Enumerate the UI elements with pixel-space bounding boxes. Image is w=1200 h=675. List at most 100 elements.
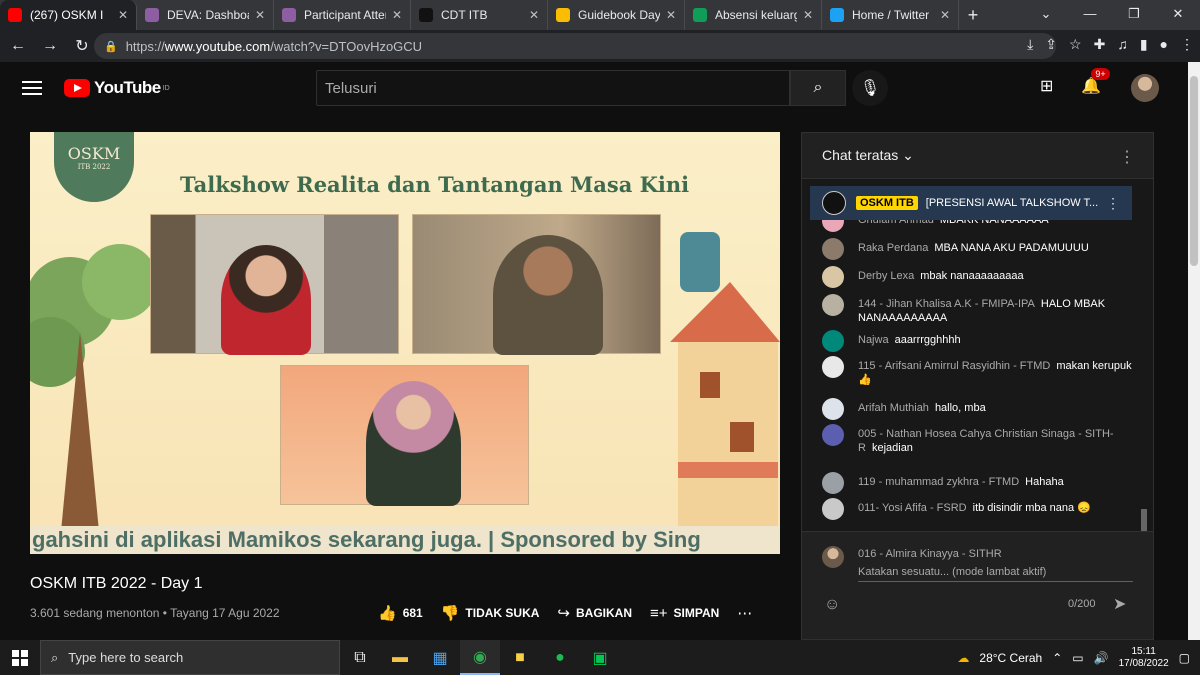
live-chat-panel: Chat teratas ⌄ ⋮ Ghulam Ahmad MBAKK NANAA… bbox=[801, 132, 1154, 640]
taskbar-search[interactable]: ⌕ Type here to search bbox=[40, 640, 340, 675]
tab-close-icon[interactable]: ✕ bbox=[118, 8, 128, 22]
save-button[interactable]: ≡+ SIMPAN bbox=[650, 605, 719, 622]
voice-search-button[interactable]: 🎙 bbox=[852, 70, 888, 106]
sidebar-icon[interactable]: ▮ bbox=[1140, 36, 1148, 53]
restore-icon[interactable]: ❐ bbox=[1112, 0, 1156, 30]
page-scrollbar[interactable] bbox=[1188, 62, 1200, 640]
tab-close-icon[interactable]: ✕ bbox=[666, 8, 676, 22]
like-button[interactable]: 👍 681 bbox=[378, 604, 423, 622]
browser-tab[interactable]: Participant Atten ✕ bbox=[274, 0, 411, 30]
install-icon[interactable]: ⤓ bbox=[1027, 36, 1033, 53]
reload-icon[interactable]: ↻ bbox=[68, 36, 96, 56]
browser-actions: ⤓ ⇪ ☆ ✚ ♫ ▮ ● ⋮ bbox=[1027, 36, 1194, 53]
extensions-icon[interactable]: ✚ bbox=[1094, 36, 1106, 53]
chat-message[interactable]: Raka Perdana MBA NANA AKU PADAMUUUU bbox=[822, 238, 1132, 260]
chat-text: kejadian bbox=[871, 442, 913, 454]
profile-icon[interactable]: ● bbox=[1160, 36, 1168, 53]
chat-scrollbar-thumb[interactable] bbox=[1141, 509, 1147, 531]
browser-tab[interactable]: Guidebook Day 1 ✕ bbox=[548, 0, 685, 30]
tab-close-icon[interactable]: ✕ bbox=[392, 8, 402, 22]
chat-text: hallo, mba bbox=[934, 402, 986, 414]
sticky-notes-icon[interactable]: ■ bbox=[500, 640, 540, 675]
search-button[interactable]: ⌕ bbox=[790, 70, 846, 106]
chat-message[interactable]: 011- Yosi Afifa - FSRD itb disindir mba n… bbox=[822, 498, 1132, 520]
window-controls: ⌄ — ❐ ✕ bbox=[1024, 0, 1200, 30]
browser-tab[interactable]: (267) OSKM I ✕ bbox=[0, 0, 137, 30]
tab-close-icon[interactable]: ✕ bbox=[255, 8, 265, 22]
chat-message[interactable]: Najwa aaarrrgghhhh bbox=[822, 330, 1132, 352]
line-icon[interactable]: ▣ bbox=[580, 640, 620, 675]
address-bar[interactable]: 🔒 https://www.youtube.com/watch?v=DTOovH… bbox=[94, 33, 1056, 59]
tab-close-icon[interactable]: ✕ bbox=[529, 8, 539, 22]
chat-message[interactable]: 005 - Nathan Hosea Cahya Christian Sinag… bbox=[822, 424, 1132, 455]
hamburger-menu-icon[interactable] bbox=[22, 81, 42, 95]
spotify-icon[interactable]: ● bbox=[540, 640, 580, 675]
chevron-up-icon[interactable]: ⌃ bbox=[1052, 651, 1062, 665]
tab-favicon-icon bbox=[8, 8, 22, 22]
chat-message[interactable]: 144 - Jihan Khalisa A.K - FMIPA-IPA HALO … bbox=[822, 294, 1132, 325]
dislike-button[interactable]: 👎 TIDAK SUKA bbox=[441, 604, 540, 622]
tab-close-icon[interactable]: ✕ bbox=[940, 8, 950, 22]
share-button[interactable]: ↪ BAGIKAN bbox=[557, 604, 632, 622]
chevron-down-icon[interactable]: ⌄ bbox=[1024, 0, 1068, 30]
more-horizontal-icon: ⋯ bbox=[737, 605, 753, 622]
volume-icon[interactable]: 🔊 bbox=[1094, 651, 1109, 665]
share-icon[interactable]: ⇪ bbox=[1045, 36, 1057, 53]
browser-tab[interactable]: Absensi keluarga ✕ bbox=[685, 0, 822, 30]
network-icon[interactable]: ▭ bbox=[1072, 651, 1083, 665]
create-video-icon[interactable]: ⊞ bbox=[1040, 76, 1053, 96]
like-count: 681 bbox=[402, 606, 423, 620]
chat-text: Hahaha bbox=[1025, 476, 1064, 488]
youtube-logo[interactable]: YouTube ID bbox=[64, 78, 170, 98]
menu-icon[interactable]: ⋮ bbox=[1180, 36, 1194, 53]
browser-tab[interactable]: DEVA: Dashboard ✕ bbox=[137, 0, 274, 30]
chat-message[interactable]: Derby Lexa mbak nanaaaaaaaaa bbox=[822, 266, 1132, 288]
pinned-more-icon[interactable]: ⋮ bbox=[1106, 195, 1120, 212]
video-player[interactable]: OSKM ITB 2022 Talkshow Realita dan Tantan… bbox=[30, 132, 780, 554]
chrome-icon[interactable]: ◉ bbox=[460, 640, 500, 675]
chat-more-icon[interactable]: ⋮ bbox=[1119, 147, 1135, 167]
browser-tab[interactable]: CDT ITB ✕ bbox=[411, 0, 548, 30]
chat-text: aaarrrgghhhh bbox=[894, 334, 961, 346]
chat-input[interactable]: Katakan sesuatu... (mode lambat aktif) bbox=[858, 566, 1133, 582]
account-avatar[interactable] bbox=[1131, 74, 1159, 102]
tab-close-icon[interactable]: ✕ bbox=[803, 8, 813, 22]
search-icon: ⌕ bbox=[51, 649, 59, 665]
tab-title: DEVA: Dashboard bbox=[167, 8, 249, 22]
forward-icon[interactable]: → bbox=[36, 37, 64, 55]
notification-badge: 9+ bbox=[1091, 68, 1110, 80]
microphone-icon: 🎙 bbox=[859, 80, 881, 97]
chat-message[interactable]: 119 - muhammad zykhra - FTMD Hahaha bbox=[822, 472, 1132, 494]
scrollbar-thumb[interactable] bbox=[1190, 76, 1198, 266]
search-input[interactable]: Telusuri bbox=[316, 70, 790, 106]
chat-mode-dropdown[interactable]: Chat teratas ⌄ bbox=[822, 147, 914, 164]
file-explorer-icon[interactable]: ▬ bbox=[380, 640, 420, 675]
clock[interactable]: 15:11 17/08/2022 bbox=[1119, 646, 1169, 670]
microsoft-store-icon[interactable]: ▦ bbox=[420, 640, 460, 675]
task-view-icon[interactable]: ⧉ bbox=[340, 640, 380, 675]
weather-text[interactable]: 28°C Cerah bbox=[979, 651, 1042, 665]
chat-message[interactable]: 115 - Arifsani Amirrul Rasyidhin - FTMD m… bbox=[822, 356, 1132, 387]
notifications-icon[interactable]: ▢ bbox=[1179, 651, 1190, 665]
bookmark-star-icon[interactable]: ☆ bbox=[1069, 36, 1082, 53]
pinned-message[interactable]: OSKM ITB [PRESENSI AWAL TALKSHOW T... ⋮ bbox=[810, 186, 1132, 220]
minimize-icon[interactable]: — bbox=[1068, 0, 1112, 30]
send-icon[interactable]: ➤ bbox=[1113, 594, 1126, 614]
chevron-down-icon: ⌄ bbox=[902, 147, 914, 163]
browser-tab[interactable]: Home / Twitter ✕ bbox=[822, 0, 959, 30]
more-actions-button[interactable]: ⋯ bbox=[737, 604, 752, 622]
windows-start-icon[interactable] bbox=[0, 649, 40, 666]
chat-message-body: Najwa aaarrrgghhhh bbox=[858, 333, 961, 352]
share-label: BAGIKAN bbox=[575, 606, 632, 620]
back-icon[interactable]: ← bbox=[4, 37, 32, 55]
chat-scrollbar[interactable] bbox=[1139, 179, 1149, 531]
chat-message[interactable]: Arifah Muthiah hallo, mba bbox=[822, 398, 1132, 420]
notifications-bell-icon[interactable]: 🔔 9+ bbox=[1081, 68, 1110, 96]
close-icon[interactable]: ✕ bbox=[1156, 0, 1200, 30]
tab-title: Guidebook Day 1 bbox=[578, 8, 660, 22]
media-icon[interactable]: ♫ bbox=[1117, 36, 1128, 53]
new-tab-button[interactable]: + bbox=[959, 0, 987, 30]
chat-message-list[interactable]: Ghulam Ahmad MBAKK NANAAAAAA Raka Perdana M… bbox=[802, 179, 1153, 531]
tab-title: Participant Atten bbox=[304, 8, 386, 22]
emoji-icon[interactable]: ☺ bbox=[824, 596, 840, 614]
